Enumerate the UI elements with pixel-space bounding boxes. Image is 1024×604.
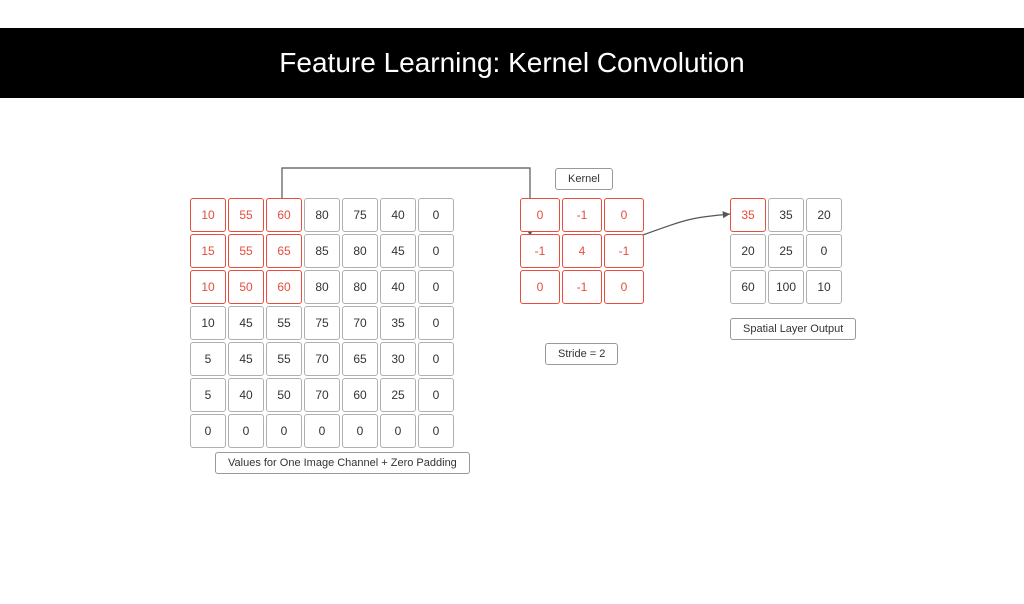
- output-cell: 25: [768, 234, 804, 268]
- kernel-cell: 0: [604, 270, 644, 304]
- output-cell: 60: [730, 270, 766, 304]
- kernel-cell: 4: [562, 234, 602, 268]
- kernel-cell: -1: [520, 234, 560, 268]
- input-cell: 50: [266, 378, 302, 412]
- input-cell: 80: [342, 234, 378, 268]
- kernel-cell: -1: [562, 270, 602, 304]
- input-cell: 15: [190, 234, 226, 268]
- input-cell: 0: [228, 414, 264, 448]
- input-cell: 0: [342, 414, 378, 448]
- input-cell: 25: [380, 378, 416, 412]
- kernel-cell: -1: [604, 234, 644, 268]
- title-text: Feature Learning: Kernel Convolution: [279, 47, 744, 79]
- input-cell: 70: [304, 342, 340, 376]
- input-cell: 55: [266, 342, 302, 376]
- input-cell: 80: [304, 270, 340, 304]
- input-cell: 75: [342, 198, 378, 232]
- input-cell: 50: [228, 270, 264, 304]
- input-cell: 60: [342, 378, 378, 412]
- input-label: Values for One Image Channel + Zero Padd…: [215, 452, 470, 474]
- input-cell: 60: [266, 198, 302, 232]
- kernel-grid: 0-10-14-10-10: [520, 198, 644, 304]
- input-cell: 45: [380, 234, 416, 268]
- stride-label: Stride = 2: [545, 343, 618, 365]
- input-cell: 0: [418, 378, 454, 412]
- input-cell: 80: [342, 270, 378, 304]
- kernel-cell: 0: [520, 198, 560, 232]
- input-cell: 75: [304, 306, 340, 340]
- kernel-cell: 0: [604, 198, 644, 232]
- input-cell: 10: [190, 198, 226, 232]
- input-cell: 0: [418, 414, 454, 448]
- output-cell: 0: [806, 234, 842, 268]
- input-cell: 0: [190, 414, 226, 448]
- output-cell: 35: [768, 198, 804, 232]
- output-cell: 20: [806, 198, 842, 232]
- input-cell: 40: [380, 198, 416, 232]
- input-cell: 55: [228, 198, 264, 232]
- input-cell: 0: [418, 234, 454, 268]
- kernel-label: Kernel: [555, 168, 613, 190]
- input-cell: 35: [380, 306, 416, 340]
- output-label: Spatial Layer Output: [730, 318, 856, 340]
- output-grid: 353520202506010010: [730, 198, 842, 304]
- input-cell: 10: [190, 306, 226, 340]
- input-cell: 0: [266, 414, 302, 448]
- diagram-stage: 1055608075400155565858045010506080804001…: [0, 98, 1024, 576]
- input-cell: 85: [304, 234, 340, 268]
- input-cell: 55: [266, 306, 302, 340]
- input-cell: 60: [266, 270, 302, 304]
- input-cell: 40: [380, 270, 416, 304]
- input-cell: 0: [418, 198, 454, 232]
- kernel-cell: -1: [562, 198, 602, 232]
- input-cell: 10: [190, 270, 226, 304]
- output-cell: 100: [768, 270, 804, 304]
- output-cell: 10: [806, 270, 842, 304]
- input-cell: 40: [228, 378, 264, 412]
- kernel-cell: 0: [520, 270, 560, 304]
- input-cell: 45: [228, 342, 264, 376]
- input-cell: 65: [266, 234, 302, 268]
- input-grid: 1055608075400155565858045010506080804001…: [190, 198, 454, 448]
- input-cell: 5: [190, 342, 226, 376]
- input-cell: 55: [228, 234, 264, 268]
- output-cell: 35: [730, 198, 766, 232]
- connector-arrows: [0, 98, 1024, 576]
- input-cell: 70: [342, 306, 378, 340]
- input-cell: 0: [418, 306, 454, 340]
- input-cell: 0: [418, 342, 454, 376]
- input-cell: 0: [380, 414, 416, 448]
- input-cell: 5: [190, 378, 226, 412]
- input-cell: 0: [418, 270, 454, 304]
- input-cell: 0: [304, 414, 340, 448]
- output-cell: 20: [730, 234, 766, 268]
- input-cell: 70: [304, 378, 340, 412]
- input-cell: 45: [228, 306, 264, 340]
- input-cell: 65: [342, 342, 378, 376]
- title-bar: Feature Learning: Kernel Convolution: [0, 28, 1024, 98]
- input-cell: 80: [304, 198, 340, 232]
- input-cell: 30: [380, 342, 416, 376]
